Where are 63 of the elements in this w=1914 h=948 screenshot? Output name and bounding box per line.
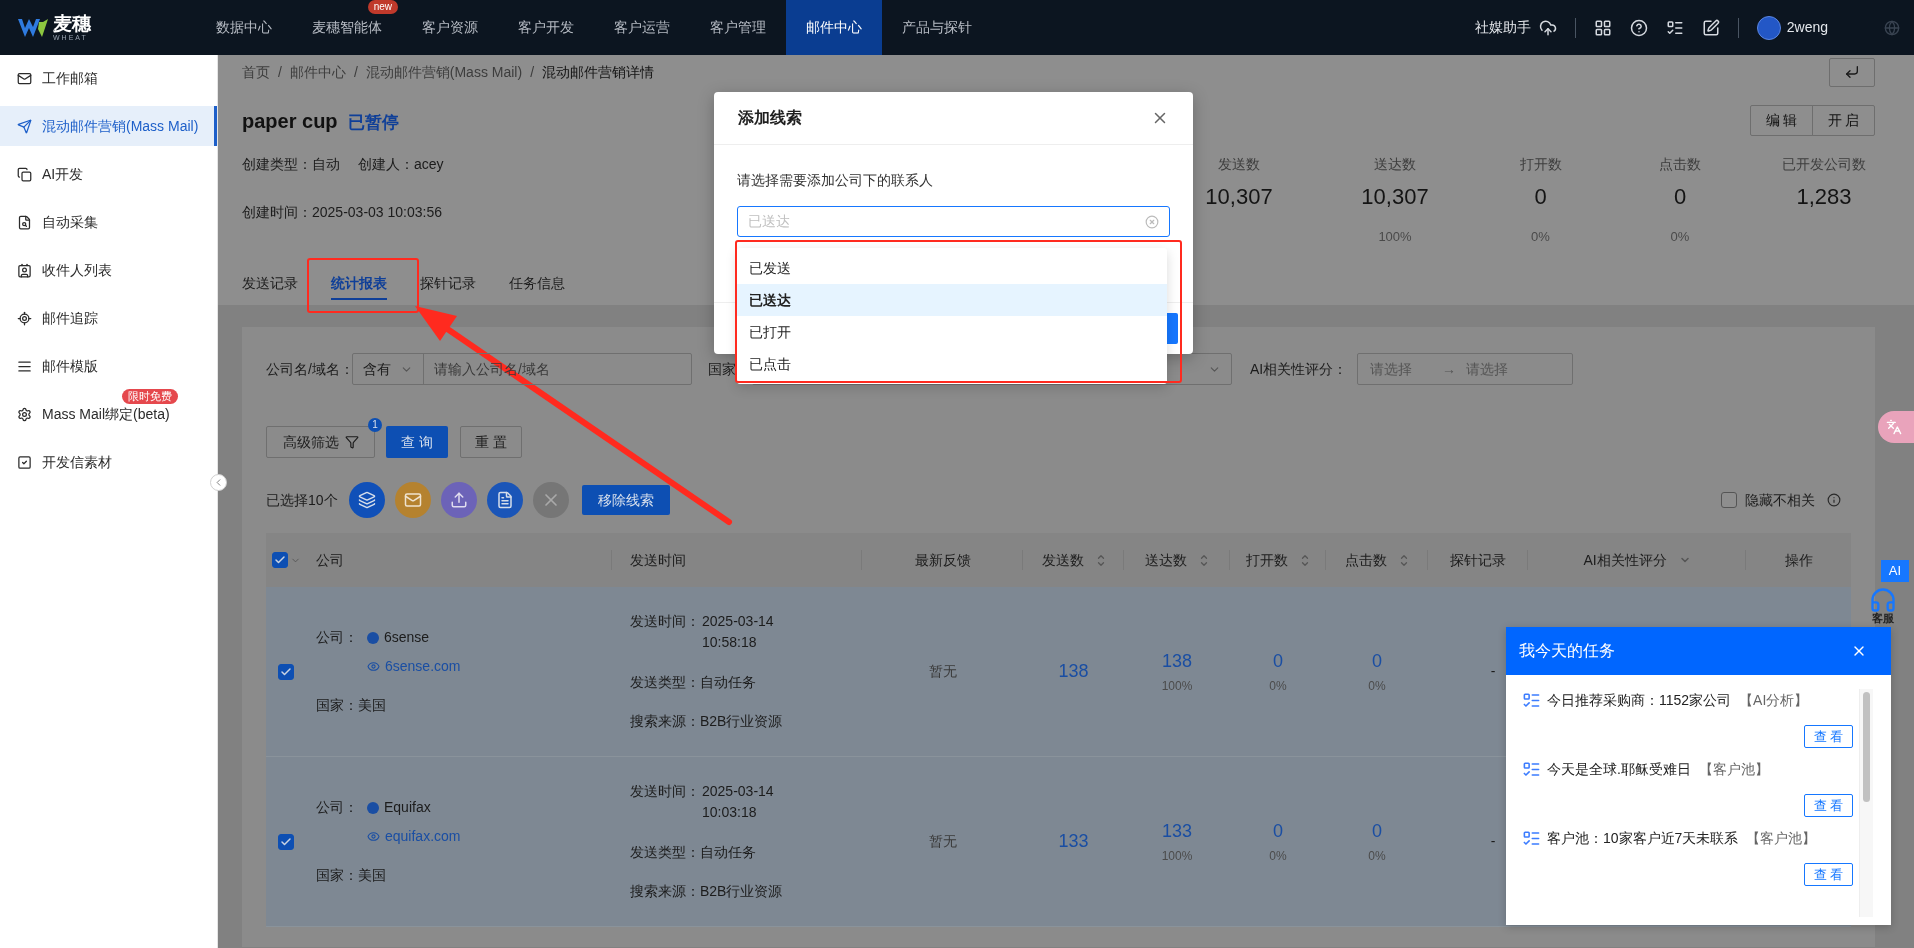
stat-value: 0 — [1673, 183, 1687, 211]
rate-text: 0% — [1269, 677, 1287, 695]
stat-label: 打开数 — [1519, 155, 1562, 174]
source-text: 搜索来源：B2B行业资源 — [630, 882, 784, 901]
stat-percent: 0% — [1670, 228, 1690, 246]
field-label: 发送时间： — [630, 782, 701, 801]
stat-label: 点击数 — [1659, 155, 1701, 174]
stat-value: 10,307 — [1361, 183, 1429, 211]
meta-text: 创建人：acey — [358, 154, 444, 174]
task-text: 今天是全球.耶稣受难日 — [1547, 759, 1691, 779]
selection-count: 已选择10个 — [266, 490, 339, 510]
task-text: 今日推荐采购商：1152家公司 — [1547, 690, 1732, 710]
stat-value: 0 — [1534, 183, 1547, 211]
send-type-text: 发送类型：自动任务 — [630, 673, 757, 692]
filter-label: AI相关性评分： — [1250, 359, 1349, 379]
field-label: 发送时间： — [630, 612, 701, 631]
field-label: 公司： — [316, 628, 359, 647]
rate-text: 0% — [1368, 847, 1386, 865]
status-text: 已暂停 — [347, 111, 399, 134]
task-text: 客户池：10家客户近7天未联系 — [1547, 828, 1739, 848]
breadcrumb-separator: / — [353, 62, 358, 82]
campaign-title: paper cup — [242, 108, 338, 134]
stat-label: 送达数 — [1374, 155, 1416, 174]
stat-value: 1,283 — [1796, 183, 1852, 211]
rate-text: 100% — [1161, 847, 1193, 865]
dialog-prompt: 请选择需要添加公司下的联系人 — [737, 171, 934, 190]
feedback-text: 暂无 — [928, 662, 957, 681]
rate-text: 0% — [1269, 847, 1287, 865]
probe-text: - — [1490, 662, 1496, 681]
breadcrumb-item: 混动邮件营销详情 — [542, 62, 654, 82]
stat-label: 发送数 — [1218, 155, 1260, 174]
stat-percent: 0% — [1531, 228, 1550, 246]
dialog-title: 添加线索 — [738, 108, 802, 128]
meta-text: 创建类型：自动 — [242, 154, 340, 174]
stat-label: 已开发公司数 — [1782, 155, 1866, 174]
company-name: Equifax — [384, 798, 431, 817]
meta-text: 创建时间：2025-03-03 10:03:56 — [242, 202, 442, 222]
task-tag: 【客户池】 — [1746, 827, 1817, 849]
probe-text: - — [1490, 832, 1496, 851]
logo-text: 麦穗 — [53, 14, 91, 33]
rate-text: 0% — [1368, 677, 1386, 695]
send-time: 2025-03-14 10:03:18 — [702, 782, 775, 822]
task-tag: 【AI分析】 — [1739, 689, 1809, 711]
feedback-text: 暂无 — [928, 832, 957, 851]
filter-label: 国家 — [708, 359, 737, 379]
breadcrumb-separator: / — [278, 62, 282, 82]
rate-text: 100% — [1161, 677, 1193, 695]
panel-title: 我今天的任务 — [1519, 641, 1615, 661]
filter-label: 公司名/域名： — [266, 359, 352, 379]
count-badge: 1 — [368, 418, 382, 432]
new-badge: new — [367, 0, 398, 14]
stat-percent: 100% — [1378, 228, 1412, 246]
task-tag: 【客户池】 — [1698, 758, 1769, 780]
promo-badge: 限时免费 — [122, 389, 178, 404]
country-text: 国家：美国 — [316, 696, 386, 715]
company-name: 6sense — [384, 628, 430, 647]
field-label: 公司： — [316, 798, 359, 817]
send-type-text: 发送类型：自动任务 — [630, 843, 757, 862]
country-text: 国家：美国 — [316, 866, 386, 885]
breadcrumb-separator: / — [530, 62, 534, 82]
stat-value: 10,307 — [1205, 183, 1273, 211]
send-time: 2025-03-14 10:58:18 — [702, 612, 775, 652]
source-text: 搜索来源：B2B行业资源 — [630, 712, 784, 731]
